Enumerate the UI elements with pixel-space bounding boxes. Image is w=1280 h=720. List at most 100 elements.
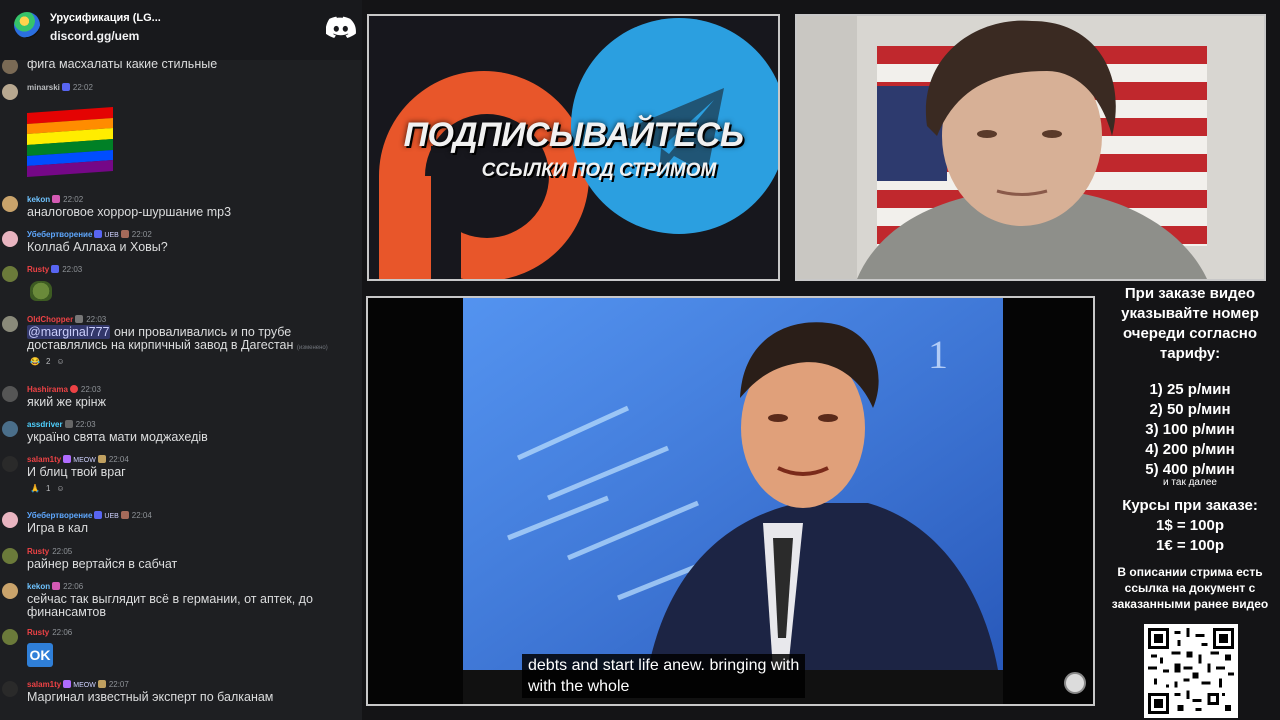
add-reaction-icon[interactable]: ☺ xyxy=(56,484,64,493)
timestamp: 22:02 xyxy=(131,230,152,239)
avatar xyxy=(2,58,18,74)
username[interactable]: assdriver xyxy=(27,420,63,429)
role-badge-icon xyxy=(63,455,72,463)
message-text: райнер вертайся в сабчат xyxy=(27,557,178,571)
username[interactable]: Убебертворение xyxy=(27,511,92,520)
message-text: @marginal777 они проваливались и по труб… xyxy=(27,325,357,355)
user-tag: UEB xyxy=(104,232,119,239)
user-tag: MEOW xyxy=(73,682,96,689)
role-badge-icon xyxy=(51,265,60,273)
message-meta: Убебертворение UEB 22:02 xyxy=(27,230,152,239)
channel-avatar-icon[interactable] xyxy=(1064,672,1086,694)
laugh-emoji-icon[interactable]: 😂 xyxy=(30,357,40,366)
avatar xyxy=(2,231,18,247)
message-meta: kekon 22:06 xyxy=(27,582,83,591)
username[interactable]: Rusty xyxy=(27,265,49,274)
qr-pattern xyxy=(1148,628,1234,714)
timestamp: 22:03 xyxy=(80,385,101,394)
qr-code-icon[interactable] xyxy=(1144,624,1238,718)
discord-chat-panel: Урусификация (LG... discord.gg/uem фига … xyxy=(0,0,362,720)
avatar xyxy=(2,548,18,564)
message-meta: Убебертворение UEB 22:04 xyxy=(27,511,152,520)
channel-one-logo-icon: 1 xyxy=(928,332,948,377)
avatar xyxy=(2,266,18,282)
role-badge-icon xyxy=(52,195,61,203)
message-meta: minarski 22:02 xyxy=(27,83,93,92)
message-meta: kekon 22:02 xyxy=(27,195,83,204)
avatar xyxy=(2,456,18,472)
subscribe-promo-panel: ПОДПИСЫВАЙТЕСЬ ССЫЛКИ ПОД СТРИМОМ xyxy=(367,14,780,281)
reaction-count: 2 xyxy=(45,357,51,366)
timestamp: 22:06 xyxy=(63,582,84,591)
username[interactable]: salam1ty xyxy=(27,680,61,689)
role-badge-icon xyxy=(97,680,106,688)
role-badge-icon xyxy=(64,420,73,428)
username[interactable]: salam1ty xyxy=(27,455,61,464)
timestamp: 22:03 xyxy=(75,420,96,429)
message-meta: Rusty 22:05 xyxy=(27,547,72,556)
webcam-image xyxy=(797,16,1264,279)
role-badge-icon xyxy=(75,315,84,323)
message-text: аналоговое хоррор-шуршание mp3 xyxy=(27,205,232,219)
role-badge-icon xyxy=(120,230,129,238)
order-info-panel: При заказе видео указывайте номер очеред… xyxy=(1100,284,1280,720)
username[interactable]: Hashirama xyxy=(27,385,68,394)
timestamp: 22:02 xyxy=(63,195,84,204)
edited-label: (изменено) xyxy=(296,345,328,351)
order-info-text: При заказе видео указывайте номер очеред… xyxy=(1121,285,1259,362)
chat-header: Урусификация (LG... discord.gg/uem xyxy=(0,0,362,60)
subtitle-line-2: with the whole xyxy=(528,678,630,695)
promo-title: ПОДПИСЫВАЙТЕСЬ xyxy=(403,116,744,154)
promo-subtitle: ССЫЛКИ ПОД СТРИМОМ xyxy=(481,160,717,181)
server-name: Урусификация (LG... xyxy=(50,12,161,24)
role-badge-icon xyxy=(94,511,103,519)
reactions: 😂 2 ☺ xyxy=(30,357,71,366)
username[interactable]: OldChopper xyxy=(27,315,73,324)
avatar xyxy=(2,512,18,528)
frog-sticker-icon xyxy=(30,281,52,301)
avatar xyxy=(2,196,18,212)
role-badge-icon xyxy=(52,582,61,590)
server-icon xyxy=(14,12,40,38)
timestamp: 22:05 xyxy=(52,547,73,556)
username[interactable]: Убебертворение xyxy=(27,230,92,239)
message-meta: Rusty 22:06 xyxy=(27,628,72,637)
username[interactable]: Rusty xyxy=(27,547,49,556)
avatar xyxy=(2,583,18,599)
timestamp: 22:06 xyxy=(52,628,73,637)
user-mention[interactable]: @marginal777 xyxy=(27,325,111,339)
reactions: 🙏 1 ☺ xyxy=(30,484,71,493)
tariff-list: 1) 25 р/мин 2) 50 р/мин 3) 100 р/мин 4) … xyxy=(1100,380,1280,480)
timestamp: 22:03 xyxy=(62,265,83,274)
avatar xyxy=(2,84,18,100)
username[interactable]: kekon xyxy=(27,582,50,591)
username[interactable]: minarski xyxy=(27,83,60,92)
role-badge-icon xyxy=(94,230,103,238)
avatar xyxy=(2,316,18,332)
pray-emoji-icon[interactable]: 🙏 xyxy=(30,484,40,493)
role-badge-icon xyxy=(69,385,78,393)
tariff-item: 1) 25 р/мин xyxy=(1149,381,1231,398)
role-badge-icon xyxy=(61,83,70,91)
description-text: В описании стрима есть ссылка на докумен… xyxy=(1111,565,1269,611)
timestamp: 22:03 xyxy=(86,315,107,324)
message-meta: assdriver 22:03 xyxy=(27,420,96,429)
role-badge-icon xyxy=(120,511,129,519)
message-meta: OldChopper 22:03 xyxy=(27,315,106,324)
user-tag: MEOW xyxy=(73,457,96,464)
video-frame: 1 xyxy=(368,298,1093,704)
message-text: який же крінж xyxy=(27,395,106,409)
message-text: И блиц твой враг xyxy=(27,465,126,479)
username[interactable]: Rusty xyxy=(27,628,49,637)
server-invite-link: discord.gg/uem xyxy=(50,29,140,43)
webcam-feed xyxy=(795,14,1266,281)
message-text: Маргинал известный эксперт по балканам xyxy=(27,690,274,704)
rate-usd: 1$ = 100р xyxy=(1156,517,1224,534)
video-player[interactable]: 1 debts and start life anew. bringing wi… xyxy=(366,296,1095,706)
add-reaction-icon[interactable]: ☺ xyxy=(56,357,64,366)
tariffs-more-text: и так далее xyxy=(1163,477,1217,488)
message-meta: salam1ty MEOW 22:04 xyxy=(27,455,129,464)
video-subtitle: debts and start life anew. bringing with… xyxy=(522,654,806,698)
username[interactable]: kekon xyxy=(27,195,50,204)
avatar xyxy=(2,386,18,402)
